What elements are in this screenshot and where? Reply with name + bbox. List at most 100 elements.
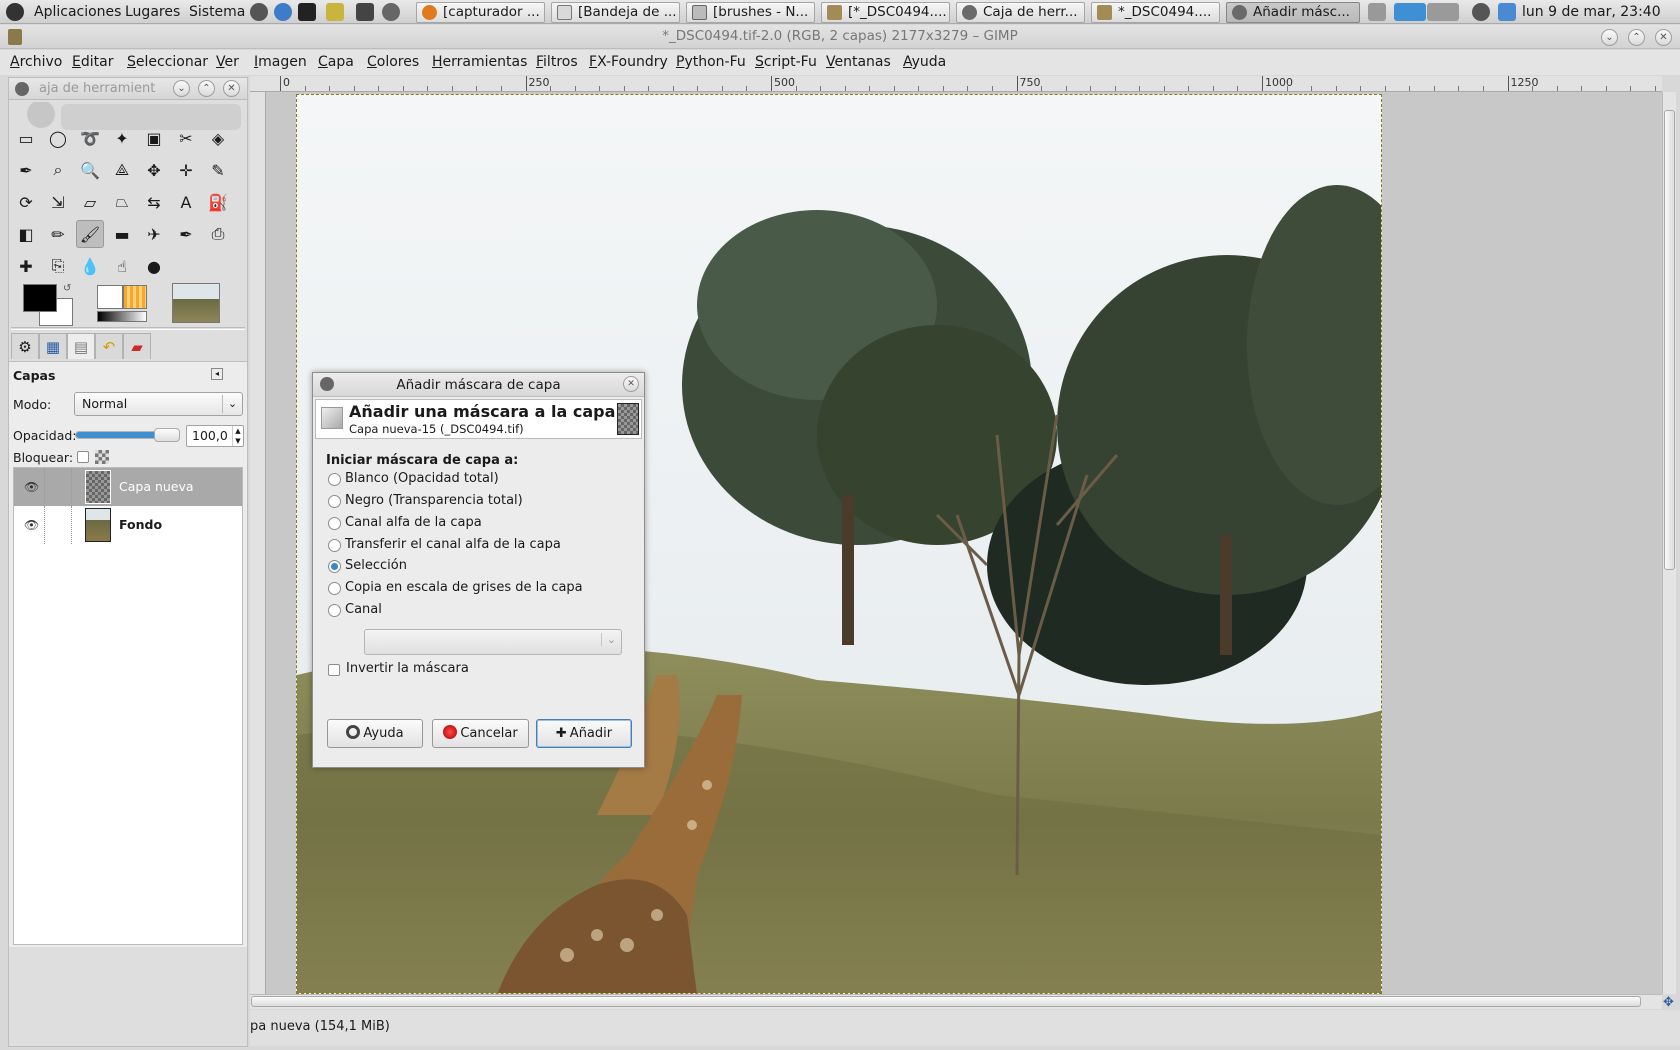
opacity-spinbutton[interactable]: 100,0 ▲ ▼ [186,425,244,447]
radio-label[interactable]: Blanco (Opacidad total) [345,471,499,486]
visibility-eye-icon[interactable]: 👁 [24,518,39,532]
mask-option-radio[interactable]: Blanco (Opacidad total) [328,471,499,486]
task-dsc-1[interactable]: [*_DSC0494.... [821,2,950,23]
system-logo-icon[interactable] [6,3,24,21]
perspective-clone-icon[interactable]: ⎘ [44,252,72,280]
visibility-eye-icon[interactable]: 👁 [24,480,39,494]
menu-item[interactable]: Filtros [536,54,578,70]
crop-icon[interactable]: ✎ [204,156,232,184]
minimize-icon[interactable]: ⌄ [173,80,190,97]
workspace-2-icon[interactable] [1427,3,1459,21]
radio-button[interactable] [328,560,341,573]
terminal-launcher-icon[interactable] [298,3,316,21]
color-select-icon[interactable]: ▣ [140,124,168,152]
radio-label[interactable]: Canal [345,602,382,617]
lasso-icon[interactable]: ➰ [76,124,104,152]
mask-option-radio[interactable]: Negro (Transparencia total) [328,493,523,508]
menu-item[interactable]: FX-Foundry [589,54,668,70]
panel-menu-icon[interactable]: ◂ [211,368,223,380]
maximize-icon[interactable]: ⌃ [198,80,215,97]
rotate-icon[interactable]: ⟳ [12,188,40,216]
screenshot-launcher-icon[interactable] [356,3,374,21]
text-icon[interactable]: A [172,188,200,216]
invert-mask-checkbox[interactable] [328,664,340,676]
measure-icon[interactable]: ⟁ [108,156,136,184]
airbrush-icon[interactable]: ✈ [140,220,168,248]
tab-palettes[interactable]: ▰ [123,333,151,359]
radio-label[interactable]: Canal alfa de la capa [345,515,482,530]
perspective-icon[interactable]: ⏢ [108,188,136,216]
weather-icon[interactable] [1498,3,1516,21]
mode-select[interactable]: Normal ⌄ [74,392,243,416]
settings-launcher-icon[interactable] [382,3,400,21]
add-button[interactable]: ✚ Añadir [536,719,632,748]
vertical-scrollbar-thumb[interactable] [1664,110,1675,570]
shear-icon[interactable]: ▱ [76,188,104,216]
network-icon[interactable] [1472,3,1490,21]
fuzzy-select-icon[interactable]: ✦ [108,124,136,152]
zoom-icon[interactable]: 🔍 [76,156,104,184]
brush-preview[interactable] [97,285,123,309]
task-bandeja[interactable]: [Bandeja de ... [551,2,680,23]
radio-label[interactable]: Transferir el canal alfa de la capa [345,537,561,552]
radio-label[interactable]: Copia en escala de grises de la capa [345,580,583,595]
task-caja-herramientas[interactable]: Caja de herr... [956,2,1085,23]
clone-icon[interactable]: ⎙ [204,220,232,248]
menu-item[interactable]: Ver [216,54,239,70]
panel-menu-sistema[interactable]: Sistema [189,0,245,24]
color-picker-icon[interactable]: ⌕ [44,156,72,184]
menu-item[interactable]: Seleccionar [127,54,208,70]
horizontal-scrollbar[interactable] [250,994,1662,1009]
radio-button[interactable] [328,539,341,552]
tab-layers[interactable]: ▤ [67,333,95,359]
opacity-slider[interactable] [75,428,180,442]
tab-tool-options[interactable]: ⚙ [11,333,39,359]
mask-option-radio[interactable]: Canal [328,602,382,617]
smudge-icon[interactable]: ☝ [108,252,136,280]
horizontal-ruler[interactable]: 02505007501000125015001750200022502500 [250,76,1662,92]
menu-item[interactable]: Colores [367,54,419,70]
mask-option-radio[interactable]: Transferir el canal alfa de la capa [328,537,561,552]
close-icon[interactable]: ✕ [623,376,639,392]
navigate-icon[interactable]: ✥ [1663,995,1674,1010]
layer-row-fondo[interactable]: 👁 Fondo [14,506,242,544]
gradient-preview[interactable] [97,311,147,322]
close-icon[interactable]: ✕ [1655,29,1672,46]
mask-option-radio[interactable]: Canal alfa de la capa [328,515,482,530]
eraser-icon[interactable]: ▬ [108,220,136,248]
ink-icon[interactable]: ✒ [172,220,200,248]
browser-launcher-icon[interactable] [274,3,292,21]
monitor-launcher-icon[interactable] [326,3,344,21]
menu-item[interactable]: Archivo [10,54,62,70]
tab-undo-history[interactable]: ↶ [95,333,123,359]
menu-item[interactable]: Ayuda [903,54,946,70]
radio-label[interactable]: Selección [345,558,407,573]
spin-arrows-icon[interactable]: ▲ ▼ [232,426,243,446]
close-icon[interactable]: ✕ [223,80,240,97]
task-dsc-2[interactable]: *_DSC0494.... [1091,2,1220,23]
menu-item[interactable]: Imagen [254,54,307,70]
panel-menu-lugares[interactable]: Lugares [125,0,180,24]
scale-icon[interactable]: ⇲ [44,188,72,216]
layer-link-toggle[interactable] [44,468,72,506]
pencil-icon[interactable]: ✏ [44,220,72,248]
gimp-launcher-icon[interactable] [250,3,268,21]
align-icon[interactable]: ✛ [172,156,200,184]
radio-button[interactable] [328,517,341,530]
dodge-burn-icon[interactable]: ● [140,252,168,280]
maximize-icon[interactable]: ⌃ [1628,29,1645,46]
task-brushes[interactable]: [brushes - N... [686,2,815,23]
heal-icon[interactable]: ✚ [12,252,40,280]
menu-item[interactable]: Herramientas [432,54,527,70]
menu-item[interactable]: Capa [318,54,354,70]
mask-option-radio[interactable]: Copia en escala de grises de la capa [328,580,583,595]
channel-select[interactable]: ⌄ [364,629,622,655]
pattern-preview[interactable] [123,285,147,309]
paintbrush-icon[interactable]: 🖌 [76,220,104,248]
menu-item[interactable]: Python-Fu [676,54,746,70]
blend-icon[interactable]: ◧ [12,220,40,248]
menu-item[interactable]: Editar [72,54,113,70]
move-icon[interactable]: ✥ [140,156,168,184]
minimize-icon[interactable]: ⌄ [1601,29,1618,46]
radio-button[interactable] [328,582,341,595]
